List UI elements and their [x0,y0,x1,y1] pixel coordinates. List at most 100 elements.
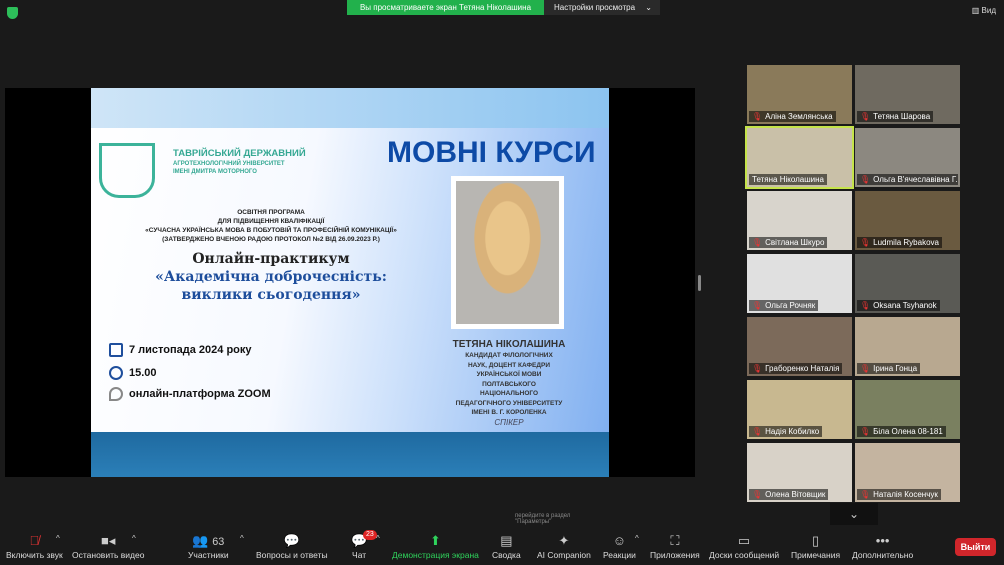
speaker-info-line: НАУК, ДОЦЕНТ КАФЕДРИ [467,361,551,369]
caret-up-icon[interactable]: ^ [635,534,639,543]
participants-button[interactable]: 👥 63 Участники ^ [188,532,244,560]
slide-title: МОВНІ КУРСИ [387,136,596,169]
participant-name: Тетяна Ніколашина [749,174,827,185]
uni-line: ІМЕНІ ДМИТРА МОТОРНОГО [173,169,257,175]
whiteboards-button[interactable]: ▭ Доски сообщений [709,532,779,560]
participant-tile[interactable]: 🎙 Граборенко Наталія [747,317,852,376]
participant-name-text: Ольга Рочняк [765,301,816,310]
view-label: Вид [981,6,996,15]
participant-tile[interactable]: 🎙 Ольга Рочняк [747,254,852,313]
muted-mic-icon: 🎙 [860,364,871,373]
participant-name-text: Олена Вітовщик [765,490,826,499]
more-label: Дополнительно [852,550,914,560]
participant-tile[interactable]: 🎙 Ірина Гонца [855,317,960,376]
speaker-name: ТЕТЯНА НІКОЛАШИНА [452,339,566,350]
caret-up-icon[interactable]: ^ [132,534,136,543]
reactions-button[interactable]: ☺ Реакции ^ [603,532,639,560]
platform-text: онлайн-платформа ZOOM [129,387,271,400]
view-settings-button[interactable]: Настройки просмотра ⌄ [544,0,660,15]
muted-mic-icon: 🎙 [860,112,871,121]
participant-tile[interactable]: 🎙 Ольга В'ячеславівна Г... [855,128,960,187]
whiteboard-icon: ▭ [737,533,751,548]
qa-button[interactable]: 💬 Вопросы и ответы [256,532,328,560]
muted-mic-icon: 🎙̸ [29,533,40,548]
top-bar: Вы просматриваете экран Тетяна Ніколашин… [0,0,1004,26]
leave-button[interactable]: Выйти [955,538,996,556]
program-line: ДЛЯ ПІДВИЩЕННЯ КВАЛІФІКАЦІЇ [217,218,325,225]
chevron-down-icon: ⌄ [645,3,652,12]
summary-button[interactable]: ▤ Сводка [492,532,521,560]
participant-tile[interactable]: 🎙 Надія Кобилко [747,380,852,439]
speaker-info-line: ПОЛТАВСЬКОГО [482,380,536,388]
summary-label: Сводка [492,550,521,560]
caret-up-icon[interactable]: ^ [376,534,380,543]
more-dots-icon: ••• [875,533,890,548]
workshop-line: виклики сьогодення» [181,287,361,303]
participant-name: 🎙 Тетяна Шарова [857,111,934,122]
speaker-info-line: УКРАЇНСЬКОЇ МОВИ [476,371,542,378]
resize-handle[interactable] [698,275,701,291]
apps-button[interactable]: ⛶ Приложения [650,532,700,560]
caret-up-icon[interactable]: ^ [56,534,60,543]
participant-tile[interactable]: 🎙 Світлана Шкуро [747,191,852,250]
muted-mic-icon: 🎙 [752,301,763,310]
apps-label: Приложения [650,550,700,560]
speaker-info-line: НАЦІОНАЛЬНОГО [479,390,539,397]
more-button[interactable]: ••• Дополнительно [852,532,913,560]
view-button[interactable]: ▥ Вид [972,6,996,15]
share-notice: Вы просматриваете экран Тетяна Ніколашин… [347,0,544,15]
ai-companion-button[interactable]: ✦ AI Companion [537,532,591,560]
summary-icon: ▤ [500,533,513,548]
muted-mic-icon: 🎙 [860,238,871,247]
workshop-title: Онлайн-практикум «Академічна доброчесніс… [91,250,451,304]
speaker-info-line: КАНДИДАТ ФІЛОЛОГІЧНИХ [465,352,553,359]
participants-icon: 👥 63 [192,533,225,548]
muted-mic-icon: 🎙 [752,427,763,436]
stop-video-button[interactable]: ■◂ Остановить видео ^ [72,532,144,560]
unmute-label: Включить звук [6,550,63,560]
participant-name-text: Тетяна Ніколашина [752,175,824,184]
view-settings-label: Настройки просмотра [554,3,636,12]
share-screen-button[interactable]: ⬆ Демонстрация экрана [392,532,479,560]
security-shield-icon[interactable] [7,7,18,19]
event-platform: онлайн-платформа ZOOM [109,387,271,401]
muted-mic-icon: 🎙 [860,301,871,310]
unmute-button[interactable]: 🎙̸ Включить звук ^ [6,532,63,560]
slide-top-band [91,88,609,128]
muted-mic-icon: 🎙 [860,175,871,184]
muted-mic-icon: 🎙 [752,238,763,247]
notes-icon: ▯ [811,533,820,548]
participant-name: 🎙 Ludmila Rybakova [857,237,942,248]
program-text: ОСВІТНЯ ПРОГРАМА ДЛЯ ПІДВИЩЕННЯ КВАЛІФІК… [91,208,451,244]
participant-name: 🎙 Ольга Рочняк [749,300,819,311]
participant-name-text: Надія Кобилко [765,427,820,436]
muted-mic-icon: 🎙 [752,490,763,499]
presentation-slide: ТАВРІЙСЬКИЙ ДЕРЖАВНИЙ АГРОТЕХНОЛОГІЧНИЙ … [91,88,609,477]
uni-line: ТАВРІЙСЬКИЙ ДЕРЖАВНИЙ [173,148,306,159]
speaker-info-line: ПЕДАГОГІЧНОГО УНІВЕРСИТЕТУ [455,399,563,407]
participant-tile[interactable]: 🎙 Ludmila Rybakova [855,191,960,250]
participant-name-text: Наталія Косенчук [873,490,938,499]
caret-up-icon[interactable]: ^ [240,534,244,543]
program-line: ОСВІТНЯ ПРОГРАМА [237,209,305,216]
workshop-line: Онлайн-практикум [192,251,350,267]
participant-tile[interactable]: 🎙 Oksana Tsyhanok [855,254,960,313]
qa-icon: 💬 [283,533,300,548]
participant-name-text: Ludmila Rybakova [873,238,939,247]
muted-mic-icon: 🎙 [860,427,871,436]
participant-tile[interactable]: 🎙 Тетяна Шарова [855,65,960,124]
participant-tile[interactable]: 🎙 Біла Олена 08-181 [855,380,960,439]
participant-tile[interactable]: 🎙 Наталія Косенчук [855,443,960,502]
participant-name: 🎙 Надія Кобилко [749,426,823,437]
participant-tile[interactable]: 🎙 Аліна Землянська [747,65,852,124]
participant-name: 🎙 Аліна Землянська [749,111,836,122]
participant-tile[interactable]: Тетяна Ніколашина [745,126,854,189]
participant-name: 🎙 Граборенко Наталія [749,363,843,374]
stop-video-label: Остановить видео [72,550,145,560]
notes-button[interactable]: ▯ Примечания [791,532,840,560]
gallery-next-page-button[interactable]: ⌄ [830,503,878,525]
uni-line: АГРОТЕХНОЛОГІЧНИЙ УНІВЕРСИТЕТ [173,161,285,167]
participant-tile[interactable]: 🎙 Олена Вітовщик [747,443,852,502]
chat-button[interactable]: 💬 23 Чат ^ [351,530,380,560]
muted-mic-icon: 🎙 [752,112,763,121]
